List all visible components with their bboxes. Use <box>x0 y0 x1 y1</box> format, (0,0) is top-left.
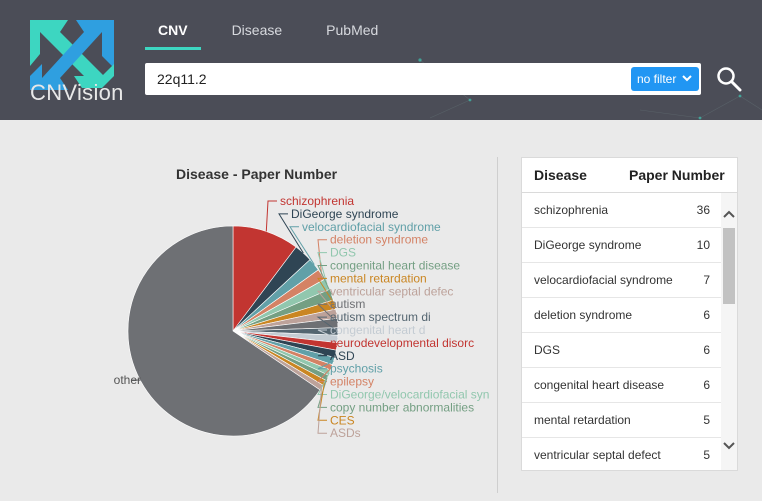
chevron-down-icon <box>682 75 692 82</box>
cell-disease: DGS <box>534 343 561 357</box>
pie-label: CES <box>330 413 355 427</box>
pie-label: autism spectrum di <box>330 310 431 324</box>
pie-label: psychosis <box>330 362 383 376</box>
cell-disease: congenital heart disease <box>534 378 665 392</box>
cell-disease: ventricular septal defect <box>534 448 661 462</box>
table-row[interactable]: velocardiofacial syndrome 7 <box>522 263 722 298</box>
cell-paper-number: 7 <box>703 273 710 287</box>
cell-paper-number: 6 <box>703 343 710 357</box>
table-row[interactable]: DGS 6 <box>522 333 722 368</box>
logo-text: CNVision <box>30 80 124 105</box>
main-tabs: CNV Disease PubMed <box>145 0 409 50</box>
cell-disease: schizophrenia <box>534 203 609 217</box>
cell-disease: DiGeorge syndrome <box>534 238 642 252</box>
pie-label: congenital heart d <box>330 323 425 337</box>
cell-disease: mental retardation <box>534 413 631 427</box>
cell-paper-number: 5 <box>703 413 710 427</box>
cell-paper-number: 6 <box>703 308 710 322</box>
tab-pubmed[interactable]: PubMed <box>313 0 391 50</box>
pie-label: deletion syndrome <box>330 233 428 247</box>
pie-label: velocardiofacial syndrome <box>302 220 441 234</box>
column-header-paper-number[interactable]: Paper Number <box>629 167 725 183</box>
tab-cnv[interactable]: CNV <box>145 0 201 50</box>
table-scrollbar[interactable] <box>721 193 737 470</box>
cell-disease: deletion syndrome <box>534 308 633 322</box>
paper-number-table: Disease Paper Number schizophrenia 36 Di… <box>521 157 738 471</box>
column-header-disease[interactable]: Disease <box>534 167 587 183</box>
table-row[interactable]: DiGeorge syndrome 10 <box>522 228 722 263</box>
table-row[interactable]: deletion syndrome 6 <box>522 298 722 333</box>
cell-paper-number: 5 <box>703 448 710 462</box>
cell-paper-number: 6 <box>703 378 710 392</box>
pie-label: ventricular septal defec <box>330 284 453 298</box>
search-icon[interactable] <box>716 66 742 92</box>
pie-label: neurodevelopmental disorc <box>330 336 474 350</box>
cell-paper-number: 36 <box>696 203 710 217</box>
pie-label: congenital heart disease <box>330 259 460 273</box>
pie-label: autism <box>330 297 365 311</box>
disease-pie-chart: schizophreniaDiGeorge syndromevelocardio… <box>114 194 490 440</box>
scroll-down-icon[interactable] <box>721 439 737 453</box>
search-input[interactable] <box>145 63 615 95</box>
top-header: CNVision CNV Disease PubMed no filter <box>0 0 762 120</box>
pie-label: DiGeorge/velocardiofacial syn <box>330 388 489 402</box>
table-row[interactable]: schizophrenia 36 <box>522 193 722 228</box>
vertical-divider <box>497 157 498 493</box>
pie-slices <box>127 225 339 437</box>
filter-dropdown[interactable]: no filter <box>631 67 699 91</box>
table-header: Disease Paper Number <box>522 158 737 193</box>
pie-label: DGS <box>330 246 356 260</box>
pie-label: DiGeorge syndrome <box>291 207 399 221</box>
pie-label: schizophrenia <box>280 194 354 208</box>
table-row[interactable]: ventricular septal defect 5 <box>522 438 722 470</box>
pie-label: copy number abnormalities <box>330 400 474 414</box>
pie-label: epilepsy <box>330 375 374 389</box>
cell-disease: velocardiofacial syndrome <box>534 273 673 287</box>
pie-label: other <box>114 373 141 387</box>
scrollbar-thumb[interactable] <box>723 228 735 304</box>
cell-paper-number: 10 <box>696 238 710 252</box>
pie-label: ASDs <box>330 426 361 440</box>
table-row[interactable]: congenital heart disease 6 <box>522 368 722 403</box>
pie-label: ASD <box>330 349 355 363</box>
table-row[interactable]: mental retardation 5 <box>522 403 722 438</box>
tab-disease[interactable]: Disease <box>219 0 296 50</box>
search-box: no filter <box>145 63 701 95</box>
pie-label: mental retardation <box>330 271 427 285</box>
scroll-up-icon[interactable] <box>721 207 737 221</box>
filter-label: no filter <box>637 72 677 86</box>
pie-leader-line <box>265 200 277 232</box>
